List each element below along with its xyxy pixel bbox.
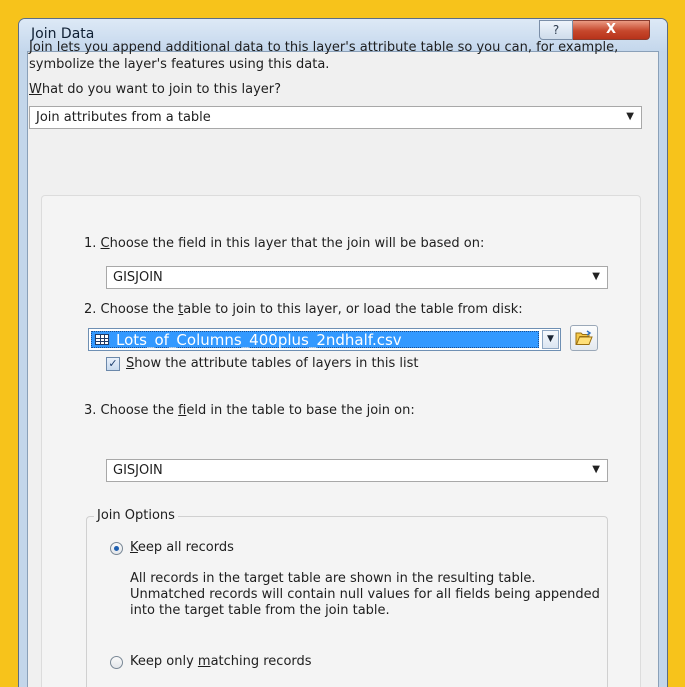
help-button[interactable]: ?: [539, 20, 573, 40]
browse-table-button[interactable]: [570, 325, 598, 351]
chevron-down-icon[interactable]: ▼: [542, 330, 559, 349]
accelerator-key: m: [197, 654, 211, 669]
close-button[interactable]: X: [573, 20, 650, 40]
show-layer-tables-text: how the attribute tables of layers in th…: [134, 356, 419, 371]
step3-text-after: ield in the table to base the join on:: [186, 403, 415, 418]
step3-label: 3. Choose the field in the table to base…: [84, 403, 415, 418]
accelerator-key: C: [100, 236, 110, 251]
accelerator-key: K: [130, 540, 138, 555]
layer-field-value: GISJOIN: [113, 270, 163, 285]
join-options-legend: Join Options: [94, 508, 178, 523]
step2-label: 2. Choose the table to join to this laye…: [84, 302, 523, 317]
keep-matching-records-label[interactable]: Keep only matching records: [130, 654, 312, 669]
layer-field-dropdown[interactable]: GISJOIN ▼: [106, 266, 608, 289]
join-type-dropdown[interactable]: Join attributes from a table ▼: [29, 106, 642, 129]
step2-number: 2.: [84, 302, 97, 317]
step3-text-before: Choose the: [100, 403, 179, 418]
folder-open-icon: [575, 330, 593, 345]
accelerator-key: W: [29, 82, 42, 97]
keep-all-records-label[interactable]: Keep all records: [130, 540, 234, 555]
step1-number: 1.: [84, 236, 97, 251]
chevron-down-icon: ▼: [592, 271, 600, 282]
show-layer-tables-label[interactable]: Show the attribute tables of layers in t…: [126, 356, 418, 371]
step1-label: 1. Choose the field in this layer that t…: [84, 236, 484, 251]
join-question-text: hat do you want to join to this layer?: [41, 82, 282, 97]
join-table-value: Lots_of_Columns_400plus_2ndhalf.csv: [116, 331, 402, 349]
table-field-dropdown[interactable]: GISJOIN ▼: [106, 459, 608, 482]
table-grid-icon: [95, 334, 109, 345]
chevron-down-icon: ▼: [592, 464, 600, 475]
keep-matching-text-after: atching records: [210, 654, 312, 669]
keep-matching-text-before: Keep only: [130, 654, 198, 669]
keep-all-records-description: All records in the target table are show…: [130, 571, 600, 618]
join-table-dropdown[interactable]: Lots_of_Columns_400plus_2ndhalf.csv ▼: [88, 328, 561, 351]
join-type-value: Join attributes from a table: [36, 110, 211, 125]
chevron-down-icon: ▼: [626, 111, 634, 122]
show-layer-tables-checkbox[interactable]: ✓: [106, 357, 120, 371]
selected-item-highlight: Lots_of_Columns_400plus_2ndhalf.csv: [91, 331, 539, 349]
help-icon: ?: [552, 23, 560, 37]
keep-matching-records-radio[interactable]: [110, 656, 123, 669]
intro-text: Join lets you append additional data to …: [29, 40, 619, 72]
step1-text: hoose the field in this layer that the j…: [109, 236, 485, 251]
checkmark-icon: ✓: [108, 357, 118, 370]
keep-all-records-radio[interactable]: [110, 542, 123, 555]
step2-text-before: Choose the: [100, 302, 179, 317]
join-question-label: What do you want to join to this layer?: [29, 82, 281, 97]
step2-text-after: able to join to this layer, or load the …: [183, 302, 523, 317]
table-field-value: GISJOIN: [113, 463, 163, 478]
step3-number: 3.: [84, 403, 97, 418]
keep-all-records-text: eep all records: [137, 540, 234, 555]
close-icon: X: [605, 22, 617, 37]
